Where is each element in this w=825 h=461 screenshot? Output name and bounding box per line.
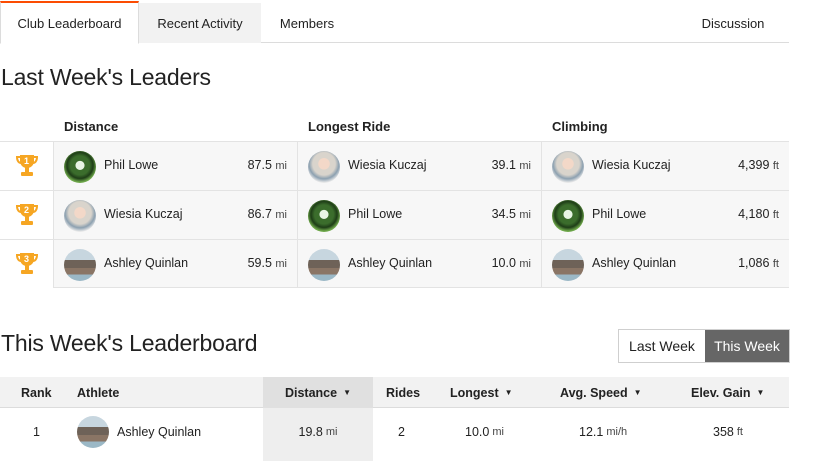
caret-down-icon: ▼ <box>343 388 352 397</box>
rank-cell: 1 <box>0 142 54 190</box>
leader-value: 4,180 ft <box>738 207 779 221</box>
row-avg-speed: 12.1 mi/h <box>579 425 628 439</box>
leader-value: 59.5 mi <box>247 256 287 270</box>
athlete-name[interactable]: Wiesia Kuczaj <box>348 158 427 172</box>
athlete-name[interactable]: Ashley Quinlan <box>348 256 432 270</box>
trophy-icon: 2 <box>15 202 39 228</box>
athlete-name[interactable]: Wiesia Kuczaj <box>104 207 183 221</box>
trophy-rank: 3 <box>23 254 29 264</box>
header-longest-sort[interactable]: Longest ▼ <box>450 377 513 408</box>
avatar[interactable] <box>308 151 340 183</box>
leader-value: 10.0 mi <box>491 256 531 270</box>
rank-cell: 3 <box>0 240 54 288</box>
avatar[interactable] <box>308 249 340 281</box>
trophy-rank: 2 <box>23 205 29 215</box>
tab-bar: Club Leaderboard Recent Activity Members… <box>0 0 789 44</box>
row-rank: 1 <box>33 425 40 439</box>
trophy-rank: 1 <box>23 156 29 166</box>
week-toggle: Last Week This Week <box>618 329 790 363</box>
last-week-title: Last Week's Leaders <box>1 64 211 90</box>
last-week-button[interactable]: Last Week <box>619 330 705 362</box>
row-elev-gain: 358 ft <box>713 425 743 439</box>
header-athlete: Athlete <box>77 385 120 400</box>
avatar[interactable] <box>308 200 340 232</box>
leader-cell-distance: Ashley Quinlan 59.5 mi <box>54 240 298 288</box>
leader-cell-climbing: Phil Lowe 4,180 ft <box>542 191 789 239</box>
tab-discussion[interactable]: Discussion <box>690 3 776 43</box>
column-head-longest-ride: Longest Ride <box>308 119 391 134</box>
caret-down-icon: ▼ <box>756 388 765 397</box>
leader-cell-climbing: Wiesia Kuczaj 4,399 ft <box>542 142 789 190</box>
leader-cell-longest-ride: Ashley Quinlan 10.0 mi <box>298 240 542 288</box>
row-longest: 10.0 mi <box>465 425 504 439</box>
header-rank: Rank <box>21 385 52 400</box>
avatar[interactable] <box>64 151 96 183</box>
tab-recent-activity[interactable]: Recent Activity <box>139 3 261 43</box>
this-week-title: This Week's Leaderboard <box>1 330 258 356</box>
table-row: 1 Ashley Quinlan 19.8 mi 2 10.0 mi 12.1 mi/… <box>0 408 789 461</box>
leader-value: 86.7 mi <box>247 207 287 221</box>
avatar[interactable] <box>77 416 109 448</box>
leader-row: 3 Ashley Quinlan 59.5 mi Ashley Quinlan 10.0… <box>0 239 789 288</box>
avatar[interactable] <box>552 249 584 281</box>
header-avg-speed-sort[interactable]: Avg. Speed ▼ <box>560 377 642 408</box>
athlete-name[interactable]: Phil Lowe <box>592 207 646 221</box>
avatar[interactable] <box>552 151 584 183</box>
leaderboard-header: Rank Athlete Distance ▼ Rides Longest ▼ Av… <box>0 377 789 408</box>
header-rides[interactable]: Rides <box>386 377 420 408</box>
athlete-name[interactable]: Ashley Quinlan <box>592 256 676 270</box>
avatar[interactable] <box>552 200 584 232</box>
column-head-distance: Distance <box>64 119 119 134</box>
column-head-climbing: Climbing <box>552 119 608 134</box>
athlete-name[interactable]: Phil Lowe <box>348 207 402 221</box>
athlete-name[interactable]: Ashley Quinlan <box>117 425 201 439</box>
avatar[interactable] <box>64 249 96 281</box>
leader-row: 2 Wiesia Kuczaj 86.7 mi Phil Lowe 34.5 mi Phi… <box>0 190 789 239</box>
this-week-button[interactable]: This Week <box>705 330 789 362</box>
leader-cell-distance: Wiesia Kuczaj 86.7 mi <box>54 191 298 239</box>
row-athlete[interactable]: Ashley Quinlan <box>77 408 201 456</box>
tab-members[interactable]: Members <box>261 3 353 43</box>
leader-value: 34.5 mi <box>491 207 531 221</box>
trophy-icon: 1 <box>15 153 39 179</box>
leader-cell-distance: Phil Lowe 87.5 mi <box>54 142 298 190</box>
leader-value: 87.5 mi <box>247 158 287 172</box>
athlete-name[interactable]: Wiesia Kuczaj <box>592 158 671 172</box>
header-elev-gain-sort[interactable]: Elev. Gain ▼ <box>691 377 764 408</box>
leader-cell-climbing: Ashley Quinlan 1,086 ft <box>542 240 789 288</box>
leader-row: 1 Phil Lowe 87.5 mi Wiesia Kuczaj 39.1 mi Wie… <box>0 141 789 190</box>
row-rides: 2 <box>398 425 405 439</box>
trophy-icon: 3 <box>15 251 39 277</box>
rank-cell: 2 <box>0 191 54 239</box>
header-distance-sort[interactable]: Distance ▼ <box>263 377 373 408</box>
row-distance: 19.8 mi <box>263 408 373 461</box>
leader-cell-longest-ride: Wiesia Kuczaj 39.1 mi <box>298 142 542 190</box>
tab-club-leaderboard[interactable]: Club Leaderboard <box>0 1 139 44</box>
athlete-name[interactable]: Ashley Quinlan <box>104 256 188 270</box>
athlete-name[interactable]: Phil Lowe <box>104 158 158 172</box>
caret-down-icon: ▼ <box>633 388 642 397</box>
leader-cell-longest-ride: Phil Lowe 34.5 mi <box>298 191 542 239</box>
leader-value: 1,086 ft <box>738 256 779 270</box>
avatar[interactable] <box>64 200 96 232</box>
leader-value: 4,399 ft <box>738 158 779 172</box>
caret-down-icon: ▼ <box>504 388 513 397</box>
leader-value: 39.1 mi <box>491 158 531 172</box>
